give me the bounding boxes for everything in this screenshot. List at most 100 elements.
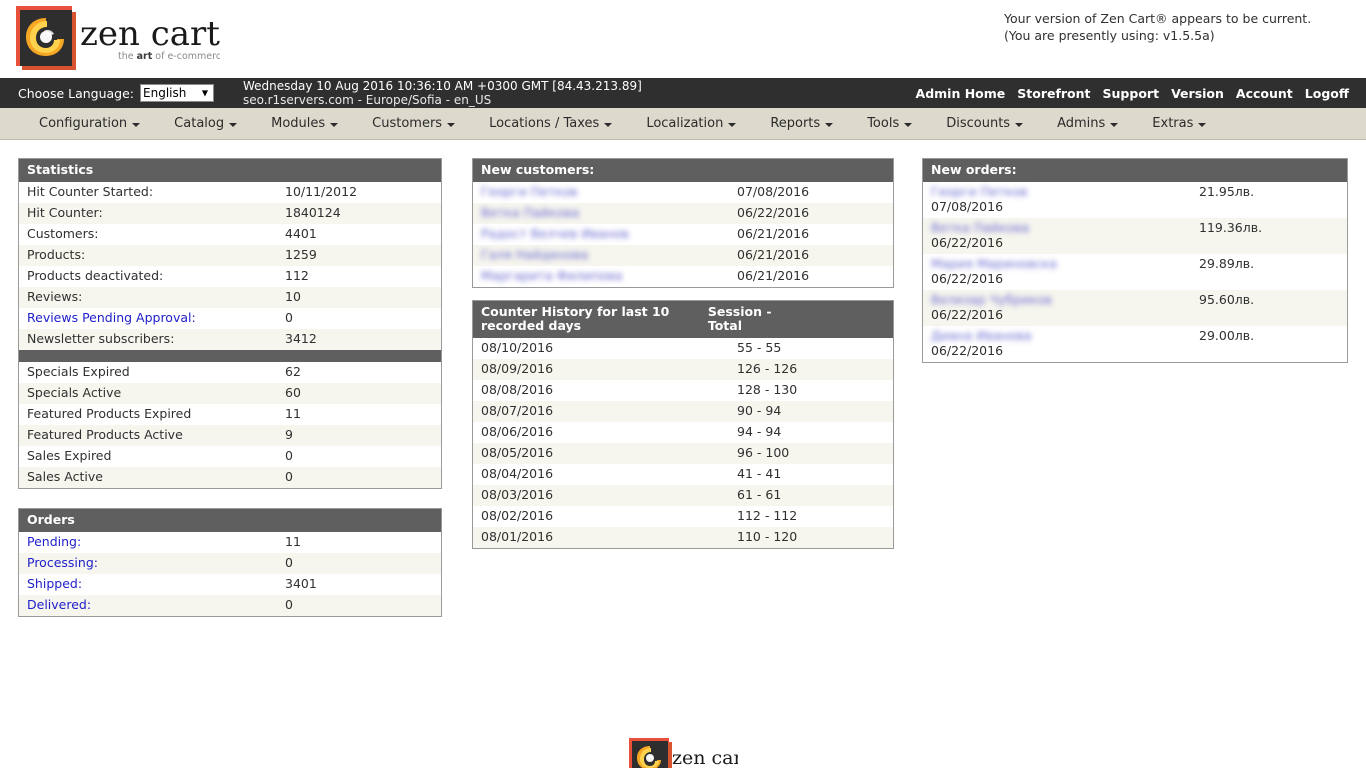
menu-locations-taxes[interactable]: Locations / Taxes [472,108,629,139]
counter-date: 08/07/2016 [473,401,729,422]
reviews-pending-approval-link[interactable]: Reviews Pending Approval: [27,310,196,325]
new-customers-panel: New customers: Георги Петков 07/08/2016 В… [472,158,894,288]
panel-title-text: Orders [27,513,75,527]
stat-value: 0 [277,446,441,467]
counter-history-column-header: Session - Total [708,305,885,333]
language-chooser: Choose Language: English ▼ [18,84,214,102]
utility-links: Admin Home Storefront Support Version Ac… [916,78,1349,108]
stat-value: 60 [277,383,441,404]
table-row: Specials Active60 [19,383,441,404]
storefront-link[interactable]: Storefront [1017,86,1090,101]
caret-down-icon [904,123,912,127]
new-orders-panel-title: New orders: [923,159,1347,182]
customer-link[interactable]: Ветка Пайкова [481,205,579,220]
customer-name: Георги Петков [481,185,578,199]
counter-value: 112 - 112 [729,506,893,527]
counter-date: 08/08/2016 [473,380,729,401]
table-row: Галя Найденова06/21/2016 [473,245,893,266]
customer-link[interactable]: Георги Петков [481,184,578,199]
order-amount: 21.95лв. [1191,182,1347,218]
order-date: 06/22/2016 [931,236,1183,250]
table-row: 08/07/201690 - 94 [473,401,893,422]
menu-label: Tools [867,116,899,131]
customer-name: Галя Найденова [481,248,588,262]
stat-label: Newsletter subscribers: [19,329,277,350]
order-customer-link[interactable]: Ветка Пайкова [931,220,1029,235]
menu-modules[interactable]: Modules [254,108,355,139]
menu-extras[interactable]: Extras [1135,108,1223,139]
svg-text:zen cart: zen cart [80,14,220,54]
customer-date: 07/08/2016 [729,182,893,203]
customer-link[interactable]: Маргарита Филипова [481,268,622,283]
customer-link[interactable]: Галя Найденова [481,247,588,262]
order-customer-link[interactable]: Георги Петков [931,184,1028,199]
menu-label: Localization [646,116,723,131]
stat-label: Featured Products Expired [19,404,277,425]
counter-date: 08/05/2016 [473,443,729,464]
menu-catalog[interactable]: Catalog [157,108,254,139]
orders-processing-link[interactable]: Processing: [27,555,98,570]
orders-shipped-link[interactable]: Shipped: [27,576,82,591]
menu-label: Catalog [174,116,224,131]
new-customers-panel-title: New customers: [473,159,893,182]
order-amount: 29.00лв. [1191,326,1347,362]
customer-date: 06/21/2016 [729,266,893,287]
table-row: 08/09/2016126 - 126 [473,359,893,380]
table-row: Sales Active0 [19,467,441,488]
orders-delivered-link[interactable]: Delivered: [27,597,91,612]
admin-home-link[interactable]: Admin Home [916,86,1006,101]
menu-admins[interactable]: Admins [1040,108,1135,139]
zen-cart-swirl-logo-icon [14,4,80,74]
stat-label: Specials Active [19,383,277,404]
menu-localization[interactable]: Localization [629,108,753,139]
order-date: 06/22/2016 [931,272,1183,286]
order-customer-link[interactable]: Мария Мариновска [931,256,1057,271]
panel-title-text: Statistics [27,163,93,177]
footer-zen-cart-logo[interactable]: zen cart the art of e-commerce [628,736,738,768]
customer-date: 06/22/2016 [729,203,893,224]
version-notice: Your version of Zen Cart® appears to be … [1004,10,1311,44]
support-link[interactable]: Support [1103,86,1160,101]
order-customer-link[interactable]: Велизар Чубриков [931,292,1052,307]
table-row: 08/08/2016128 - 130 [473,380,893,401]
zen-cart-logo[interactable]: zen cart the art of e-commerce [14,4,220,74]
order-amount: 95.60лв. [1191,290,1347,326]
table-row: Диана Иванова 06/22/2016 29.00лв. [923,326,1347,362]
dashboard-content: Statistics Hit Counter Started:10/11/201… [0,140,1366,158]
counter-value: 61 - 61 [729,485,893,506]
menu-tools[interactable]: Tools [850,108,929,139]
stat-value: 11 [277,404,441,425]
counter-date: 08/01/2016 [473,527,729,548]
table-row: 08/03/201661 - 61 [473,485,893,506]
table-row: Specials Expired62 [19,362,441,383]
orders-pending-link[interactable]: Pending: [27,534,81,549]
version-link[interactable]: Version [1171,86,1224,101]
zen-cart-swirl-logo-icon: zen cart the art of e-commerce [628,736,738,768]
account-link[interactable]: Account [1236,86,1293,101]
statistics-specials-table-body: Specials Expired62 Specials Active60 Fea… [19,362,441,488]
logoff-link[interactable]: Logoff [1305,86,1349,101]
statistics-panel-title: Statistics [19,159,441,182]
language-select[interactable]: English [140,84,214,102]
menu-configuration[interactable]: Configuration [22,108,157,139]
counter-date: 08/03/2016 [473,485,729,506]
order-customer-name: Диана Иванова [931,329,1032,343]
statistics-panel: Statistics Hit Counter Started:10/11/201… [18,158,442,489]
stat-label: Customers: [19,224,277,245]
menu-customers[interactable]: Customers [355,108,472,139]
order-customer-name: Ветка Пайкова [931,221,1029,235]
menu-label: Reports [770,116,820,131]
customer-name: Радост Велчев Иванов [481,227,629,241]
stat-value: 0 [277,467,441,488]
stat-value: 112 [277,266,441,287]
counter-value: 55 - 55 [729,338,893,359]
caret-down-icon [229,123,237,127]
datetime-line1: Wednesday 10 Aug 2016 10:36:10 AM +0300 … [243,79,642,93]
caret-down-icon [447,123,455,127]
menu-label: Modules [271,116,325,131]
menu-reports[interactable]: Reports [753,108,850,139]
order-customer-link[interactable]: Диана Иванова [931,328,1032,343]
stat-value: 10 [277,287,441,308]
customer-link[interactable]: Радост Велчев Иванов [481,226,629,241]
menu-discounts[interactable]: Discounts [929,108,1040,139]
